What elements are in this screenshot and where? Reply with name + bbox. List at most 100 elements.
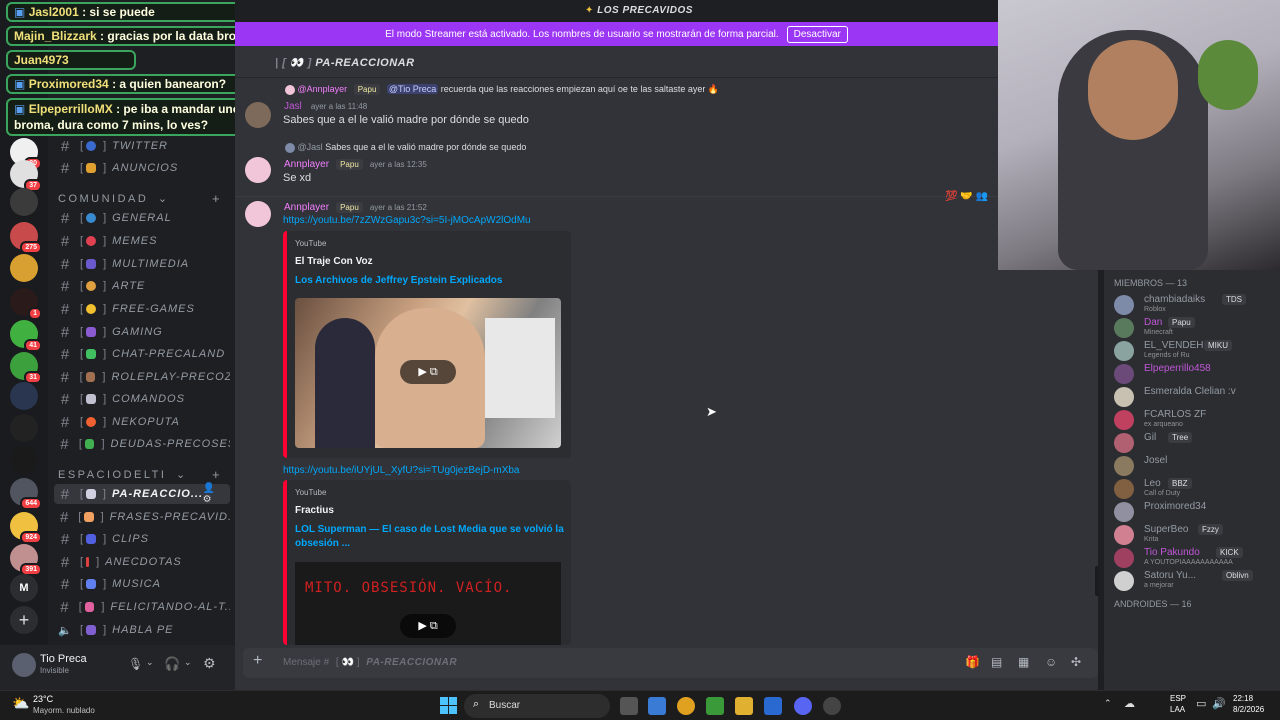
channel-general[interactable]: # [] GENERAL xyxy=(54,208,230,228)
language-secondary[interactable]: LAA xyxy=(1170,705,1185,714)
xbox-icon[interactable] xyxy=(706,697,724,715)
gift-icon[interactable]: 🎁 xyxy=(965,655,980,669)
server-icon[interactable] xyxy=(10,446,38,474)
message-composer[interactable]: + Mensaje # [ 👀 ] PA-REACCIONAR 🎁 ▤ ▦ ☺ … xyxy=(243,648,1098,678)
gear-icon[interactable]: ⚙ xyxy=(203,655,216,672)
avatar[interactable] xyxy=(245,157,271,183)
channel-gaming[interactable]: # [] GAMING xyxy=(54,322,230,342)
weather-icon[interactable]: ⛅ xyxy=(12,695,29,712)
message-author[interactable]: Annplayer xyxy=(284,159,329,170)
headphones-icon[interactable]: 🎧 xyxy=(164,656,180,672)
member-item[interactable]: Dan Papu Minecraft xyxy=(1114,317,1280,339)
embed-title[interactable]: Los Archivos de Jeffrey Epstein Explicad… xyxy=(295,275,502,286)
server-icon[interactable]: 31 xyxy=(10,352,42,384)
add-channel-icon[interactable]: + xyxy=(212,467,220,482)
video-thumbnail[interactable]: MITO. OBSESIÓN. VACÍO. ▶ ⧉ xyxy=(295,562,561,645)
channel-multimedia[interactable]: # [] MULTIMEDIA xyxy=(54,254,230,274)
youtube-link[interactable]: https://youtu.be/7zZWzGapu3c?si=5I-jMOcA… xyxy=(283,215,531,226)
embed-channel[interactable]: Fractius xyxy=(295,505,334,516)
chevron-down-icon[interactable]: ⌄ xyxy=(184,657,192,668)
clock-date[interactable]: 8/2/2026 xyxy=(1233,705,1264,714)
channel-frases[interactable]: # [] FRASES-PRECAVID... xyxy=(54,507,230,527)
server-icon[interactable] xyxy=(10,382,38,410)
channel-comandos[interactable]: # [] COMANDOS xyxy=(54,389,230,409)
copilot-icon[interactable] xyxy=(648,697,666,715)
sticker-icon[interactable]: ▦ xyxy=(1018,655,1029,669)
language-primary[interactable]: ESP xyxy=(1170,694,1186,703)
server-icon[interactable] xyxy=(10,188,38,216)
reaction-icon[interactable]: 👥 xyxy=(975,191,987,202)
channel-arte[interactable]: # [] ARTE xyxy=(54,276,230,296)
channel-musica[interactable]: # [] MUSICA xyxy=(54,574,230,594)
chrome-icon[interactable] xyxy=(677,697,695,715)
reply-preview[interactable]: @Annplayer Papu @Tio Preca recuerda que … xyxy=(285,84,719,95)
channel-anecdotas[interactable]: # [] ANECDOTAS xyxy=(54,552,230,572)
channel-deudas-precoses[interactable]: # [] DEUDAS-PRECOSES xyxy=(54,434,230,454)
video-thumbnail[interactable]: ▶ ⧉ xyxy=(295,298,561,448)
cloud-icon[interactable]: ☁ xyxy=(1124,697,1135,710)
composer-placeholder[interactable]: Mensaje # [ 👀 ] PA-REACCIONAR xyxy=(283,657,457,668)
server-icon[interactable]: 37 xyxy=(10,160,42,192)
channel-roleplay-precoz[interactable]: # [] ROLEPLAY-PRECOZ xyxy=(54,367,230,387)
member-item[interactable]: Elpeperrillo458 xyxy=(1114,363,1280,385)
channel-free-games[interactable]: # [] FREE-GAMES xyxy=(54,299,230,319)
channel-pa-reaccionar[interactable]: # [] PA-REACCIO... 👤⚙ xyxy=(54,483,230,505)
member-item[interactable]: Gil Tree xyxy=(1114,432,1280,454)
chevron-down-icon[interactable]: ⌄ xyxy=(146,657,154,668)
avatar[interactable] xyxy=(12,653,36,677)
gif-icon[interactable]: ▤ xyxy=(991,655,1002,669)
chevron-up-icon[interactable]: ⌃ xyxy=(1104,698,1112,709)
channel-memes[interactable]: # [] MEMES xyxy=(54,231,230,251)
channel-habla-pe[interactable]: 🔈 [] HABLA PE xyxy=(54,620,230,640)
add-attachment-icon[interactable]: + xyxy=(253,652,262,670)
play-icon[interactable]: ▶ ⧉ xyxy=(400,614,456,638)
avatar[interactable] xyxy=(245,102,271,128)
windows-start-icon[interactable] xyxy=(440,697,457,714)
member-item[interactable]: Leo BBZ Call of Duty xyxy=(1114,478,1280,500)
mic-icon[interactable]: 🎙 xyxy=(128,657,143,671)
member-item[interactable]: FCARLOS ZF ex arqueano xyxy=(1114,409,1280,431)
task-view-icon[interactable] xyxy=(620,697,638,715)
embed-title[interactable]: LOL Superman — El caso de Lost Media que… xyxy=(295,524,564,535)
member-item[interactable]: Proximored34 xyxy=(1114,501,1280,523)
category-espacio[interactable]: ESPACIODELTI ⌄ xyxy=(58,468,188,481)
emoji-icon[interactable]: ☺ xyxy=(1045,655,1057,669)
member-item[interactable]: Josel xyxy=(1114,455,1280,477)
reply-preview[interactable]: @Jasl Sabes que a el le valió madre por … xyxy=(285,142,526,153)
member-item[interactable]: Esmeralda Clelian :v xyxy=(1114,386,1280,408)
clock-time[interactable]: 22:18 xyxy=(1233,694,1253,703)
message-author[interactable]: Annplayer xyxy=(284,202,329,213)
network-icon[interactable]: ▭ xyxy=(1196,697,1206,710)
server-icon[interactable]: 275 xyxy=(10,222,42,254)
member-item[interactable]: Tio Pakundo KICK A YOUTOPIAAAAAAAAAAA xyxy=(1114,547,1280,569)
apps-icon[interactable]: ✣ xyxy=(1071,655,1081,669)
server-icon[interactable] xyxy=(10,254,38,282)
deactivate-button[interactable]: Desactivar xyxy=(786,25,848,43)
invite-icon[interactable]: 👤⚙ xyxy=(203,483,224,505)
channel-felicitando[interactable]: # [] FELICITANDO-AL-T... xyxy=(54,597,230,617)
add-server-icon[interactable]: + xyxy=(10,606,38,634)
store-icon[interactable] xyxy=(764,697,782,715)
play-icon[interactable]: ▶ ⧉ xyxy=(400,360,456,384)
member-item[interactable]: chambiadaiks TDS Roblox xyxy=(1114,294,1280,316)
embed-channel[interactable]: El Traje Con Voz xyxy=(295,256,373,267)
volume-icon[interactable]: 🔊 xyxy=(1212,697,1226,710)
channel-chat-precaland[interactable]: # [] CHAT-PRECALAND xyxy=(54,344,230,364)
embed-title-continued[interactable]: obsesión ... xyxy=(295,538,350,549)
server-icon[interactable] xyxy=(10,414,38,442)
server-icon[interactable]: 1 xyxy=(10,288,42,320)
member-item[interactable]: Satoru Yu... Oblivn a mejorar xyxy=(1114,570,1280,592)
channel-clips[interactable]: # [] CLIPS xyxy=(54,529,230,549)
scrollbar[interactable] xyxy=(1095,566,1099,596)
channel-twitter[interactable]: # [] TWITTER xyxy=(54,136,230,156)
server-icon[interactable]: 391 xyxy=(10,544,42,576)
reaction-icon[interactable]: 💯 xyxy=(945,191,957,202)
add-channel-icon[interactable]: + xyxy=(212,191,220,206)
member-item[interactable]: SuperBeo Fzzy Krita xyxy=(1114,524,1280,546)
member-item[interactable]: EL_VENDEH MIKU Legends of Ru xyxy=(1114,340,1280,362)
reaction-bar[interactable]: 💯 🤝 👥 xyxy=(945,191,988,202)
category-comunidad[interactable]: COMUNIDAD ⌄ xyxy=(58,192,170,205)
channel-nekoputa[interactable]: # [] NEKOPUTA xyxy=(54,412,230,432)
youtube-link[interactable]: https://youtu.be/iUYjUL_XyfU?si=TUg0jezB… xyxy=(283,465,520,476)
message-author[interactable]: Jasl xyxy=(284,101,302,112)
